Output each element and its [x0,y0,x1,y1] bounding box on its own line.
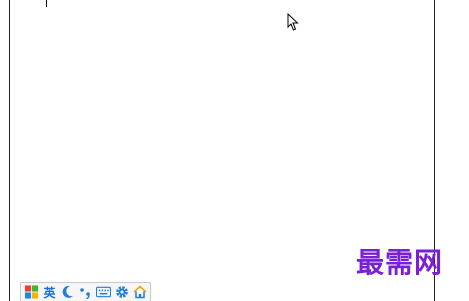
windows-logo-icon[interactable] [24,284,39,300]
input-language-toggle[interactable]: 英 [42,284,57,300]
punctuation-icon[interactable] [78,284,93,300]
crescent-moon-icon[interactable] [60,284,75,300]
text-caret [46,0,47,7]
ime-toolbar[interactable]: 英 [20,282,151,301]
mouse-pointer-icon [287,13,299,31]
watermark-logo: 最需网 [356,246,444,279]
keyboard-icon[interactable] [96,284,111,300]
home-icon[interactable] [132,284,147,300]
screen: 英 最需网 [0,0,469,301]
gear-icon[interactable] [114,284,129,300]
